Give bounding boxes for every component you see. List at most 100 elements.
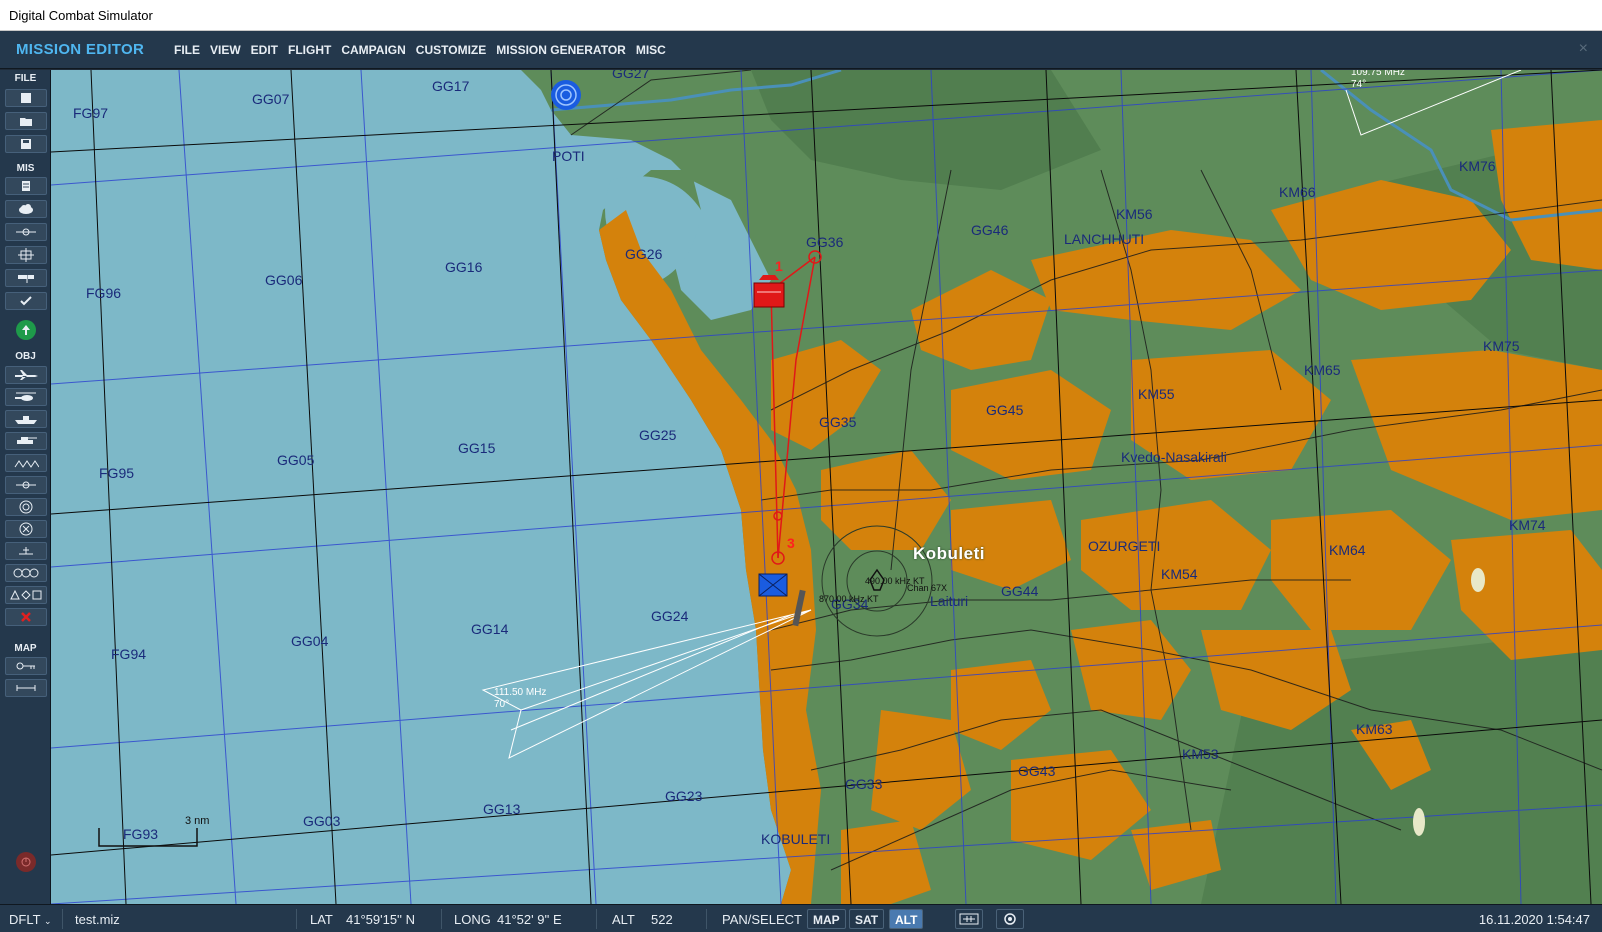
exit-button[interactable] bbox=[16, 852, 36, 872]
small-lake bbox=[1471, 568, 1485, 592]
chevron-down-icon: ⌄ bbox=[43, 916, 52, 926]
anchor-button[interactable] bbox=[5, 542, 47, 560]
minimize-button[interactable] bbox=[1464, 0, 1510, 31]
grid-label: GG03 bbox=[303, 813, 341, 829]
place-label-ozurgeti: OZURGETI bbox=[1088, 538, 1161, 554]
new-mission-button[interactable] bbox=[5, 89, 47, 107]
map-key-button[interactable] bbox=[5, 657, 47, 675]
lat-value: 41°59'15'' N bbox=[346, 912, 416, 927]
shapes-button[interactable] bbox=[5, 586, 47, 604]
alt-value: 522 bbox=[651, 912, 673, 927]
helicopter-icon bbox=[15, 392, 36, 401]
maximize-button[interactable] bbox=[1510, 0, 1556, 31]
map-key-icon bbox=[16, 662, 35, 670]
up-arrow-button[interactable] bbox=[16, 320, 36, 340]
ils-frequency-label: 109.75 MHz 74° bbox=[1351, 70, 1405, 90]
open-mission-button[interactable] bbox=[5, 112, 47, 130]
gear-icon bbox=[1004, 913, 1016, 925]
new-mission-icon bbox=[21, 93, 31, 103]
add-zone-button[interactable] bbox=[5, 498, 47, 516]
menu-customize[interactable]: CUSTOMIZE bbox=[416, 43, 486, 57]
grid-label: GG07 bbox=[252, 91, 290, 107]
check-button[interactable] bbox=[5, 292, 47, 310]
check-icon bbox=[20, 296, 32, 306]
zone-icon bbox=[19, 500, 33, 514]
save-mission-button[interactable] bbox=[5, 135, 47, 153]
grid-label: KM75 bbox=[1483, 338, 1520, 354]
ship-icon bbox=[15, 416, 37, 424]
add-helicopter-button[interactable] bbox=[5, 388, 47, 406]
grid-label: GG16 bbox=[445, 259, 483, 275]
grid-label: GG05 bbox=[277, 452, 315, 468]
menu-edit[interactable]: EDIT bbox=[251, 43, 278, 57]
map-view[interactable]: FG97 GG07 GG17 GG27 FG96 GG06 GG16 GG26 GG36 GG46… bbox=[51, 70, 1602, 904]
ruler-button[interactable] bbox=[5, 679, 47, 697]
menu-flight[interactable]: FLIGHT bbox=[288, 43, 331, 57]
no-fly-button[interactable] bbox=[5, 520, 47, 538]
tab-sat[interactable]: SAT bbox=[849, 909, 885, 929]
grid-label: GG15 bbox=[458, 440, 496, 456]
menu-view[interactable]: VIEW bbox=[210, 43, 241, 57]
route-template-button[interactable] bbox=[5, 476, 47, 494]
delete-button[interactable] bbox=[5, 608, 47, 626]
delete-icon bbox=[21, 612, 31, 622]
blue-unit-icon[interactable] bbox=[758, 573, 788, 597]
grid-label: GG23 bbox=[665, 788, 703, 804]
window-title: Digital Combat Simulator bbox=[9, 8, 153, 23]
grid-label: KM56 bbox=[1116, 206, 1153, 222]
menu-campaign[interactable]: CAMPAIGN bbox=[341, 43, 405, 57]
tab-map[interactable]: MAP bbox=[807, 909, 846, 929]
grid-label: KM65 bbox=[1304, 362, 1341, 378]
map-options-button[interactable] bbox=[996, 909, 1024, 929]
formation-button[interactable] bbox=[5, 564, 47, 582]
app-title: MISSION EDITOR bbox=[16, 41, 145, 58]
profile-selector[interactable]: DFLT ⌄ bbox=[9, 912, 51, 927]
window-titlebar: Digital Combat Simulator bbox=[0, 0, 1602, 31]
waypoint-target-button[interactable] bbox=[5, 246, 47, 264]
grid-label: KM54 bbox=[1161, 566, 1198, 582]
up-arrow-icon bbox=[22, 325, 30, 335]
city-label-kobuleti: Kobuleti bbox=[913, 544, 985, 563]
flag-button[interactable] bbox=[5, 269, 47, 287]
grid-label: GG35 bbox=[819, 414, 857, 430]
pan-select-mode[interactable]: PAN/SELECT bbox=[722, 912, 802, 927]
menu-file[interactable]: FILE bbox=[174, 43, 200, 57]
toolbar-section-file: FILE bbox=[14, 73, 37, 84]
toolbar-section-mis: MIS bbox=[16, 163, 35, 174]
weather-button[interactable] bbox=[5, 200, 47, 218]
datetime: 16.11.2020 1:54:47 bbox=[1478, 912, 1590, 927]
grid-label: GG36 bbox=[806, 234, 844, 250]
grid-label: GG24 bbox=[651, 608, 689, 624]
exit-icon bbox=[21, 857, 31, 867]
tab-alt[interactable]: ALT bbox=[889, 909, 924, 929]
grid-label: GG45 bbox=[986, 402, 1024, 418]
add-ground-vehicle-button[interactable] bbox=[5, 432, 47, 450]
grid-label: GG46 bbox=[971, 222, 1009, 238]
map-layers-icon bbox=[959, 913, 979, 925]
trigger-zone-button[interactable] bbox=[5, 223, 47, 241]
ndb-label: 870.00 kHz KT bbox=[819, 594, 879, 604]
grid-label: GG14 bbox=[471, 621, 509, 637]
toolbar-section-obj: OBJ bbox=[15, 351, 36, 362]
grid-label: GG44 bbox=[1001, 583, 1039, 599]
grid-label: GG13 bbox=[483, 801, 521, 817]
scale-label: 3 nm bbox=[185, 815, 210, 827]
save-icon bbox=[21, 139, 31, 149]
close-window-button[interactable] bbox=[1556, 0, 1602, 31]
mission-briefing-button[interactable] bbox=[5, 177, 47, 195]
add-static-object-button[interactable] bbox=[5, 454, 47, 472]
add-airplane-button[interactable] bbox=[5, 366, 47, 384]
grid-label: GG06 bbox=[265, 272, 303, 288]
menu-mission-generator[interactable]: MISSION GENERATOR bbox=[496, 43, 626, 57]
place-label-kvedo-nasakirali: Kvedo-Nasakirali bbox=[1121, 449, 1227, 465]
map-canvas[interactable] bbox=[51, 70, 1602, 904]
add-ship-button[interactable] bbox=[5, 410, 47, 428]
ground-vehicle-icon bbox=[17, 437, 37, 444]
map-layers-button[interactable] bbox=[955, 909, 983, 929]
close-editor-icon[interactable]: × bbox=[1579, 40, 1588, 58]
divider bbox=[596, 909, 597, 929]
airfield-icon[interactable] bbox=[551, 80, 581, 110]
grid-label: GG17 bbox=[432, 78, 470, 94]
divider bbox=[296, 909, 297, 929]
menu-misc[interactable]: MISC bbox=[636, 43, 666, 57]
